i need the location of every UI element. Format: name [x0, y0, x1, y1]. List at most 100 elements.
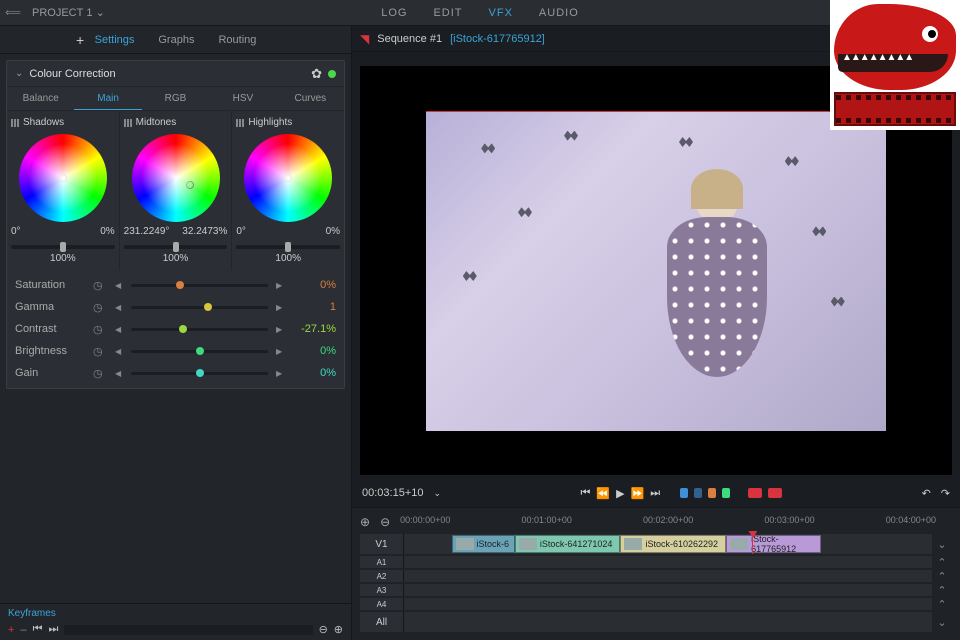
sidebar-toolbar: + Settings Graphs Routing — [0, 26, 351, 54]
param-slider[interactable] — [131, 328, 268, 331]
sidebar-tab-settings[interactable]: Settings — [95, 34, 135, 46]
video-lane[interactable]: iStock-617765912 iStock-610262292 iStock… — [404, 534, 932, 554]
enabled-dot[interactable] — [328, 70, 336, 78]
color-wheel[interactable] — [244, 134, 332, 222]
wheel-slider[interactable] — [124, 245, 228, 249]
keyframe-icon[interactable]: ◷ — [93, 345, 107, 358]
time-ruler[interactable]: 00:00:00+0000:01:00+0000:02:00+0000:03:0… — [400, 513, 952, 531]
audio-lane[interactable] — [404, 556, 932, 568]
marker-red1[interactable] — [748, 488, 762, 498]
keyframe-icon[interactable]: ◷ — [93, 367, 107, 380]
next-kf-icon[interactable]: ▶ — [276, 325, 284, 334]
param-slider[interactable] — [131, 350, 268, 353]
next-kf-icon[interactable]: ▶ — [276, 281, 284, 290]
bookmark-icon[interactable]: ◥ — [360, 32, 369, 46]
keyframe-icon[interactable]: ◷ — [93, 323, 107, 336]
prev-kf-icon[interactable]: ◀ — [115, 325, 123, 334]
keyframe-icon[interactable]: ◷ — [93, 279, 107, 292]
next-kf-icon[interactable]: ▶ — [276, 369, 284, 378]
viewer-frame — [426, 111, 886, 431]
next-kf-icon[interactable]: ▶ — [276, 347, 284, 356]
left-sidebar: + Settings Graphs Routing ⌄ Colour Corre… — [0, 26, 352, 640]
keyframe-icon[interactable]: ◷ — [93, 301, 107, 314]
track-v1: V1 iStock-617765912 iStock-610262292 iSt… — [360, 534, 952, 554]
audio-lane[interactable] — [404, 570, 932, 582]
tab-log[interactable]: LOG — [381, 7, 407, 19]
clip[interactable]: iStock-641271024 — [515, 535, 621, 553]
marker-green[interactable] — [722, 488, 730, 498]
cc-subtabs: Balance Main RGB HSV Curves — [7, 87, 344, 111]
chevron-down-icon[interactable]: ⌄ — [433, 488, 441, 499]
timecode[interactable]: 00:03:15+10 — [362, 487, 423, 499]
subtab-rgb[interactable]: RGB — [142, 87, 209, 110]
marker-blue[interactable] — [680, 488, 688, 498]
sidebar-tab-graphs[interactable]: Graphs — [158, 34, 194, 46]
track-a1: A1 ⌃ — [360, 556, 952, 568]
prev-kf-icon[interactable]: ◀ — [115, 369, 123, 378]
goto-end-icon[interactable]: ⏭ — [650, 487, 660, 500]
clip[interactable]: iStock-6 — [452, 535, 515, 553]
collapse-icon[interactable]: ⌄ — [15, 68, 23, 79]
subtab-curves[interactable]: Curves — [277, 87, 344, 110]
undo-icon[interactable]: ↶ — [922, 487, 931, 500]
audio-lane[interactable] — [404, 584, 932, 596]
goto-start-icon[interactable]: ⏮ — [580, 487, 590, 500]
prev-kf-icon[interactable]: ◀ — [115, 281, 123, 290]
clip[interactable]: iStock-617765912 — [726, 535, 821, 553]
zoom-out-icon[interactable]: ⊖ — [380, 515, 390, 529]
collapse-track-icon[interactable]: ⌃ — [932, 556, 952, 569]
collapse-track-icon[interactable]: ⌃ — [932, 584, 952, 597]
kf-prev-icon[interactable]: ⏮ — [33, 623, 43, 636]
wheel-slider[interactable] — [236, 245, 340, 249]
kf-add[interactable]: + — [8, 624, 14, 636]
all-lane[interactable] — [404, 612, 932, 632]
project-label[interactable]: PROJECT 1 ⌄ — [32, 6, 105, 19]
sidebar-tab-routing[interactable]: Routing — [218, 34, 256, 46]
track-a3: A3 ⌃ — [360, 584, 952, 596]
collapse-track-icon[interactable]: ⌄ — [932, 616, 952, 629]
collapse-track-icon[interactable]: ⌃ — [932, 570, 952, 583]
kf-remove[interactable]: – — [20, 624, 26, 636]
param-contrast: Contrast ◷ ◀ ▶ -27.1% — [15, 318, 336, 340]
wheel-highlights: Highlights 0°0% 100% — [232, 111, 344, 270]
prev-kf-icon[interactable]: ◀ — [115, 347, 123, 356]
play-icon[interactable]: ▶ — [616, 487, 624, 500]
kf-next-icon[interactable]: ⏭ — [48, 623, 58, 636]
zoom-in-icon[interactable]: ⊕ — [334, 623, 343, 636]
marker-red2[interactable] — [768, 488, 782, 498]
prev-kf-icon[interactable]: ◀ — [115, 303, 123, 312]
tab-edit[interactable]: EDIT — [433, 7, 462, 19]
color-wheel[interactable] — [19, 134, 107, 222]
zoom-in-icon[interactable]: ⊕ — [360, 515, 370, 529]
kf-scrub[interactable] — [64, 625, 312, 635]
back-button[interactable]: ⟸ — [0, 0, 26, 26]
next-kf-icon[interactable]: ▶ — [276, 303, 284, 312]
clip[interactable]: iStock-610262292 — [620, 535, 726, 553]
param-slider[interactable] — [131, 284, 268, 287]
marker-orange[interactable] — [708, 488, 716, 498]
tab-vfx[interactable]: VFX — [489, 7, 513, 19]
keyframes-label: Keyframes — [8, 608, 343, 619]
collapse-track-icon[interactable]: ⌃ — [932, 598, 952, 611]
subtab-hsv[interactable]: HSV — [209, 87, 276, 110]
param-slider[interactable] — [131, 372, 268, 375]
subtab-balance[interactable]: Balance — [7, 87, 74, 110]
marker-blue2[interactable] — [694, 488, 702, 498]
top-bar: ⟸ PROJECT 1 ⌄ LOG EDIT VFX AUDIO — [0, 0, 960, 26]
tab-audio[interactable]: AUDIO — [539, 7, 579, 19]
color-wheel[interactable] — [132, 134, 220, 222]
param-slider[interactable] — [131, 306, 268, 309]
bars-icon — [11, 119, 19, 127]
subtab-main[interactable]: Main — [74, 87, 141, 110]
redo-icon[interactable]: ↷ — [941, 487, 950, 500]
zoom-out-icon[interactable]: ⊖ — [319, 623, 328, 636]
collapse-track-icon[interactable]: ⌄ — [932, 538, 952, 551]
chevron-down-icon: ⌄ — [96, 7, 105, 19]
step-fwd-icon[interactable]: ⏩ — [631, 487, 645, 500]
audio-lane[interactable] — [404, 598, 932, 610]
gear-icon[interactable]: ✿ — [311, 66, 322, 82]
add-button[interactable]: + — [76, 32, 84, 48]
step-back-icon[interactable]: ⏪ — [596, 487, 610, 500]
clip-thumb — [519, 538, 537, 550]
wheel-slider[interactable] — [11, 245, 115, 249]
